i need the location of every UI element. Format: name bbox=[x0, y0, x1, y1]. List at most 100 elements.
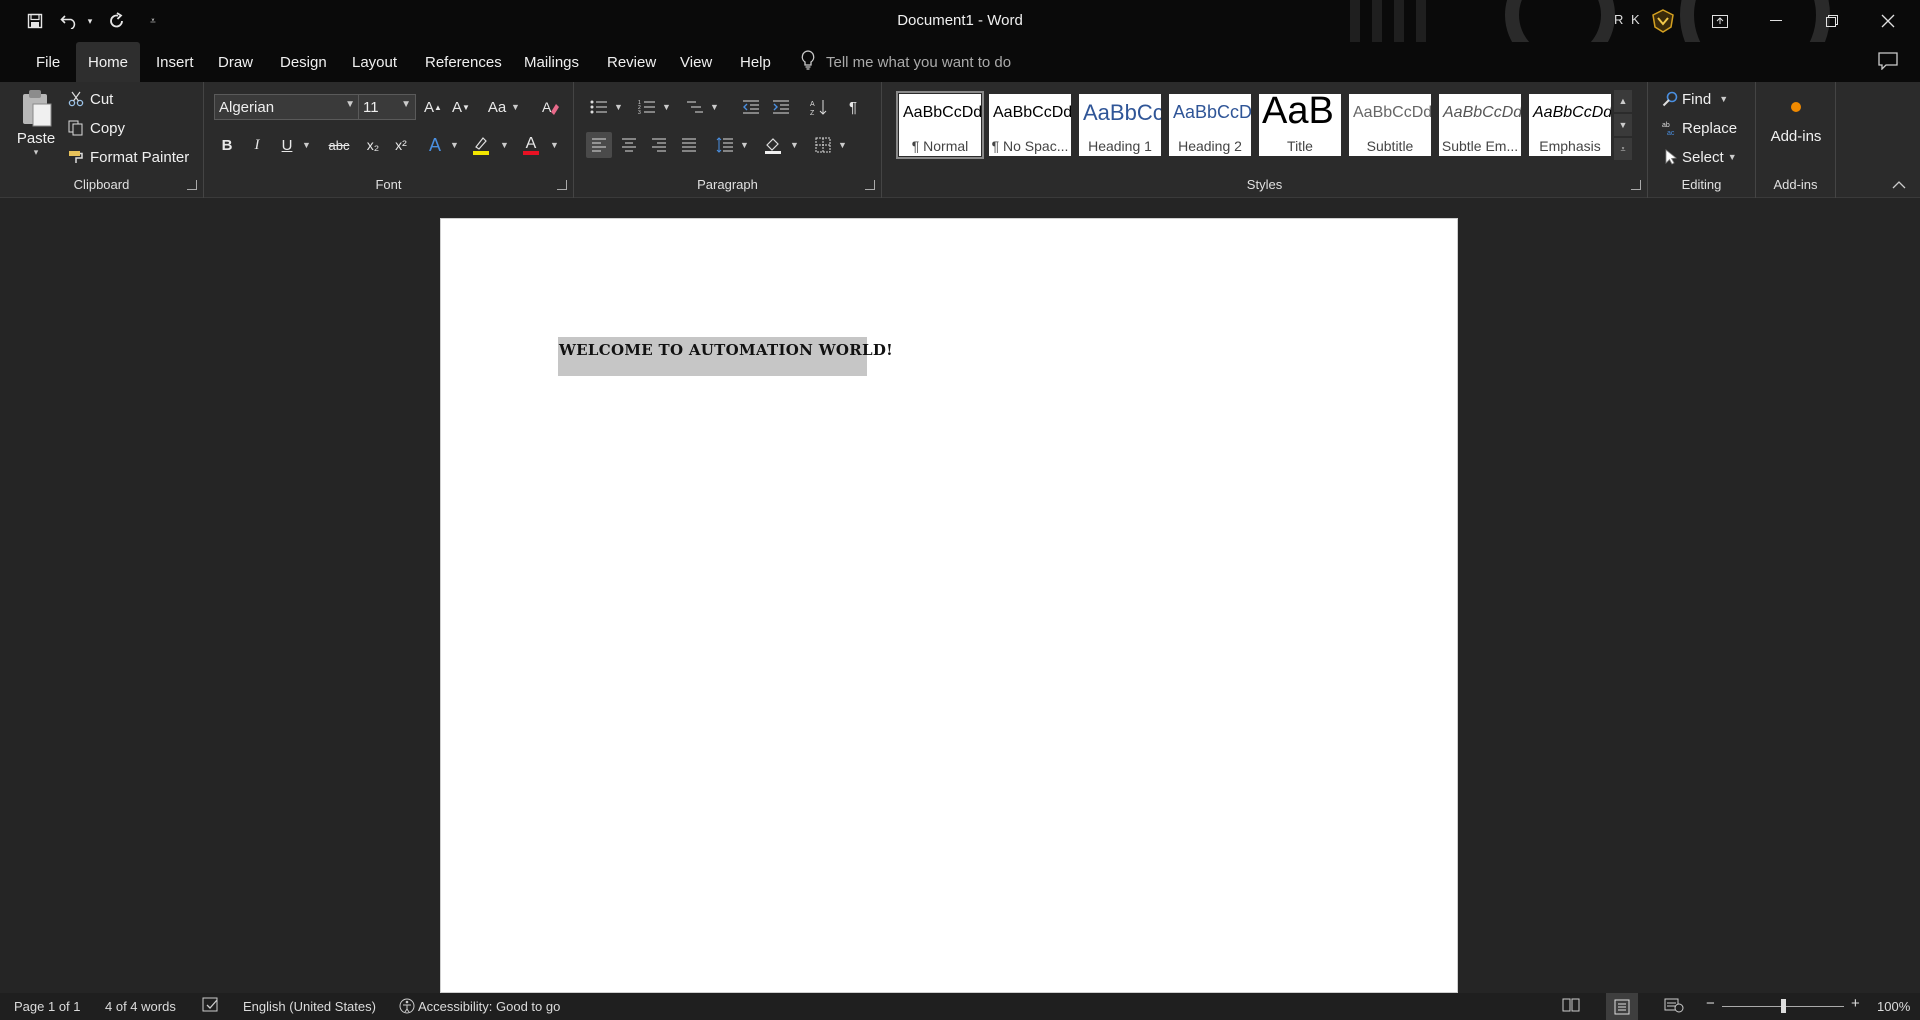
tab-draw[interactable]: Draw bbox=[206, 42, 265, 82]
avatar[interactable] bbox=[1650, 8, 1676, 34]
tab-file[interactable]: File bbox=[24, 42, 72, 82]
borders-icon[interactable] bbox=[810, 132, 836, 158]
paragraph-dialog-launcher-icon[interactable] bbox=[865, 180, 875, 190]
chevron-down-icon[interactable]: ▼ bbox=[511, 102, 520, 112]
restore-icon[interactable] bbox=[1804, 0, 1860, 42]
tab-view[interactable]: View bbox=[668, 42, 724, 82]
text-effects-button[interactable]: A bbox=[422, 132, 448, 158]
chevron-down-icon[interactable]: ▼ bbox=[614, 102, 623, 112]
word-count[interactable]: 4 of 4 words bbox=[105, 999, 176, 1014]
replace-button[interactable]: ab ac Replace bbox=[1660, 117, 1737, 139]
numbering-icon[interactable]: 123 bbox=[634, 94, 660, 120]
decrease-indent-icon[interactable] bbox=[738, 94, 764, 120]
change-case-button[interactable]: Aa bbox=[482, 94, 512, 120]
style-no-spacing[interactable]: AaBbCcDd ¶ No Spac... bbox=[989, 94, 1071, 156]
chevron-down-icon[interactable]: ▼ bbox=[1728, 152, 1737, 162]
style-subtle-emphasis[interactable]: AaBbCcDd Subtle Em... bbox=[1439, 94, 1521, 156]
style-heading-1[interactable]: AaBbCc Heading 1 bbox=[1079, 94, 1161, 156]
select-button[interactable]: Select ▼ bbox=[1660, 146, 1737, 168]
accessibility-icon[interactable] bbox=[398, 997, 416, 1018]
subscript-button[interactable]: x₂ bbox=[360, 132, 386, 158]
zoom-out-icon[interactable]: − bbox=[1706, 995, 1715, 1012]
show-formatting-marks-button[interactable]: ¶ bbox=[840, 94, 866, 120]
gallery-scroll-up-icon[interactable]: ▲ bbox=[1614, 90, 1632, 112]
chevron-down-icon[interactable]: ▼ bbox=[500, 140, 509, 150]
chevron-down-icon[interactable]: ▼ bbox=[790, 140, 799, 150]
clear-formatting-icon[interactable]: A bbox=[538, 94, 564, 120]
justify-icon[interactable] bbox=[676, 132, 702, 158]
tab-layout[interactable]: Layout bbox=[340, 42, 409, 82]
increase-indent-icon[interactable] bbox=[768, 94, 794, 120]
underline-button[interactable]: U bbox=[274, 132, 300, 158]
tab-help[interactable]: Help bbox=[728, 42, 783, 82]
document-paragraph[interactable]: WELCOME TO AUTOMATION WORLD! bbox=[559, 341, 893, 359]
format-painter-button[interactable]: Format Painter bbox=[66, 146, 189, 168]
print-layout-icon[interactable] bbox=[1606, 993, 1638, 1020]
proofing-icon[interactable] bbox=[202, 997, 220, 1016]
find-button[interactable]: Find ▼ bbox=[1660, 88, 1728, 110]
tab-mailings[interactable]: Mailings bbox=[512, 42, 591, 82]
chevron-down-icon[interactable]: ▼ bbox=[302, 140, 311, 150]
chevron-down-icon[interactable]: ▼ bbox=[710, 102, 719, 112]
style-emphasis[interactable]: AaBbCcDd Emphasis bbox=[1529, 94, 1611, 156]
align-center-icon[interactable] bbox=[616, 132, 642, 158]
font-color-button[interactable]: A bbox=[518, 132, 544, 158]
chevron-down-icon[interactable]: ▼ bbox=[838, 140, 847, 150]
close-icon[interactable] bbox=[1860, 0, 1916, 42]
addins-button[interactable]: Add-ins bbox=[1756, 92, 1836, 162]
cut-button[interactable]: Cut bbox=[66, 88, 113, 110]
align-left-icon[interactable] bbox=[586, 132, 612, 158]
chevron-down-icon[interactable]: ▼ bbox=[1719, 94, 1728, 104]
page-count[interactable]: Page 1 of 1 bbox=[14, 999, 81, 1014]
style-subtitle[interactable]: AaBbCcDd Subtitle bbox=[1349, 94, 1431, 156]
tell-me-search[interactable]: Tell me what you want to do bbox=[800, 42, 1011, 82]
copy-button[interactable]: Copy bbox=[66, 117, 125, 139]
style-title[interactable]: AaB Title bbox=[1259, 94, 1341, 156]
chevron-down-icon[interactable]: ▼ bbox=[550, 140, 559, 150]
gallery-more-icon[interactable]: ⩡ bbox=[1614, 138, 1632, 160]
style-heading-2[interactable]: AaBbCcD Heading 2 bbox=[1169, 94, 1251, 156]
sort-icon[interactable]: AZ bbox=[806, 94, 832, 120]
italic-button[interactable]: I bbox=[244, 132, 270, 158]
shrink-font-icon[interactable]: A ▼ bbox=[448, 94, 474, 120]
read-mode-icon[interactable] bbox=[1562, 997, 1580, 1016]
collapse-ribbon-icon[interactable] bbox=[1892, 178, 1908, 190]
bold-button[interactable]: B bbox=[214, 132, 240, 158]
user-initials[interactable]: R K bbox=[1614, 12, 1642, 27]
align-right-icon[interactable] bbox=[646, 132, 672, 158]
styles-dialog-launcher-icon[interactable] bbox=[1631, 180, 1641, 190]
tab-references[interactable]: References bbox=[413, 42, 514, 82]
document-page[interactable] bbox=[440, 218, 1458, 993]
multilevel-list-icon[interactable] bbox=[682, 94, 708, 120]
tab-home[interactable]: Home bbox=[76, 42, 141, 82]
clipboard-dialog-launcher-icon[interactable] bbox=[187, 180, 197, 190]
bullets-icon[interactable] bbox=[586, 94, 612, 120]
font-dialog-launcher-icon[interactable] bbox=[557, 180, 567, 190]
accessibility-status[interactable]: Accessibility: Good to go bbox=[418, 999, 560, 1014]
tab-review[interactable]: Review bbox=[595, 42, 668, 82]
highlight-color-button[interactable] bbox=[468, 132, 494, 158]
superscript-button[interactable]: x² bbox=[388, 132, 414, 158]
shading-icon[interactable] bbox=[760, 132, 786, 158]
minimize-icon[interactable] bbox=[1748, 0, 1804, 42]
web-layout-icon[interactable] bbox=[1664, 997, 1684, 1016]
zoom-level[interactable]: 100% bbox=[1877, 999, 1910, 1014]
line-spacing-icon[interactable] bbox=[712, 132, 738, 158]
paste-dropdown-icon[interactable]: ▾ bbox=[34, 147, 39, 158]
chevron-down-icon[interactable]: ▼ bbox=[740, 140, 749, 150]
font-name-combo[interactable]: Algerian ▼ bbox=[214, 94, 360, 120]
chevron-down-icon[interactable]: ▼ bbox=[450, 140, 459, 150]
language-indicator[interactable]: English (United States) bbox=[243, 999, 376, 1014]
font-size-combo[interactable]: 11 ▼ bbox=[358, 94, 416, 120]
zoom-slider-thumb[interactable] bbox=[1781, 999, 1786, 1013]
zoom-in-icon[interactable]: + bbox=[1851, 995, 1860, 1012]
ribbon-display-options-icon[interactable] bbox=[1692, 0, 1748, 42]
strikethrough-button[interactable]: abc bbox=[322, 132, 356, 158]
gallery-scroll-down-icon[interactable]: ▼ bbox=[1614, 114, 1632, 136]
comments-icon[interactable] bbox=[1878, 52, 1900, 72]
paste-button[interactable]: Paste ▾ bbox=[12, 88, 60, 168]
chevron-down-icon[interactable]: ▼ bbox=[662, 102, 671, 112]
style-normal[interactable]: AaBbCcDd ¶ Normal bbox=[896, 91, 984, 159]
tab-design[interactable]: Design bbox=[268, 42, 339, 82]
tab-insert[interactable]: Insert bbox=[144, 42, 206, 82]
